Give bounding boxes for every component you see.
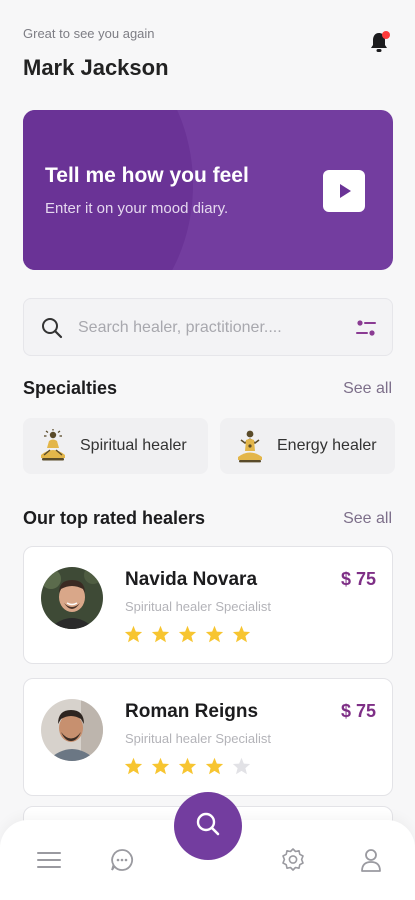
spiritual-healer-icon: [38, 429, 68, 463]
search-fab-button[interactable]: [174, 792, 242, 860]
specialty-spiritual-healer[interactable]: Spiritual healer: [23, 418, 208, 474]
specialties-title: Specialties: [23, 378, 118, 398]
star-empty-icon: [232, 757, 251, 775]
avatar: [41, 567, 103, 629]
specialties-see-all-link[interactable]: See all: [343, 380, 392, 398]
settings-icon[interactable]: [280, 847, 306, 873]
search-icon: [41, 317, 63, 339]
healer-name: Navida Novara: [125, 569, 258, 590]
search-bar: [23, 298, 393, 356]
username: Mark Jackson: [23, 55, 169, 80]
bell-icon[interactable]: [369, 30, 391, 54]
play-button[interactable]: [323, 170, 365, 212]
energy-healer-icon: [235, 429, 265, 463]
star-filled-icon: [205, 625, 224, 643]
healer-card[interactable]: Navida Novara Spiritual healer Specialis…: [23, 546, 393, 664]
banner-subtitle: Enter it on your mood diary.: [45, 200, 229, 217]
mood-diary-banner[interactable]: Tell me how you feel Enter it on your mo…: [23, 110, 393, 270]
star-filled-icon: [232, 625, 251, 643]
avatar: [41, 699, 103, 761]
play-icon: [340, 184, 351, 198]
healer-role: Spiritual healer Specialist: [125, 599, 271, 614]
specialty-label: Energy healer: [277, 437, 377, 454]
healers-see-all-link[interactable]: See all: [343, 510, 392, 528]
rating-stars: [124, 625, 251, 643]
top-healers-title: Our top rated healers: [23, 508, 206, 528]
chat-icon[interactable]: [109, 847, 135, 873]
rating-stars: [124, 757, 251, 775]
star-filled-icon: [124, 757, 143, 775]
greeting-text: Great to see you again: [23, 26, 155, 41]
filter-icon[interactable]: [356, 319, 376, 337]
star-filled-icon: [124, 625, 143, 643]
specialty-energy-healer[interactable]: Energy healer: [220, 418, 395, 474]
star-filled-icon: [178, 757, 197, 775]
star-filled-icon: [151, 625, 170, 643]
banner-decoration: [23, 110, 193, 270]
healer-price: $ 75: [340, 569, 376, 589]
healer-name: Roman Reigns: [125, 701, 259, 722]
star-filled-icon: [151, 757, 170, 775]
profile-icon[interactable]: [358, 847, 384, 873]
search-icon: [195, 811, 221, 842]
menu-icon[interactable]: [36, 847, 62, 873]
healer-price: $ 75: [340, 701, 376, 721]
specialty-label: Spiritual healer: [80, 437, 187, 454]
star-filled-icon: [205, 757, 224, 775]
header: Great to see you again Mark Jackson: [23, 26, 392, 81]
search-input[interactable]: [78, 316, 328, 340]
healer-card[interactable]: Roman Reigns Spiritual healer Specialist…: [23, 678, 393, 796]
star-filled-icon: [178, 625, 197, 643]
healer-role: Spiritual healer Specialist: [125, 731, 271, 746]
banner-title: Tell me how you feel: [45, 164, 249, 187]
